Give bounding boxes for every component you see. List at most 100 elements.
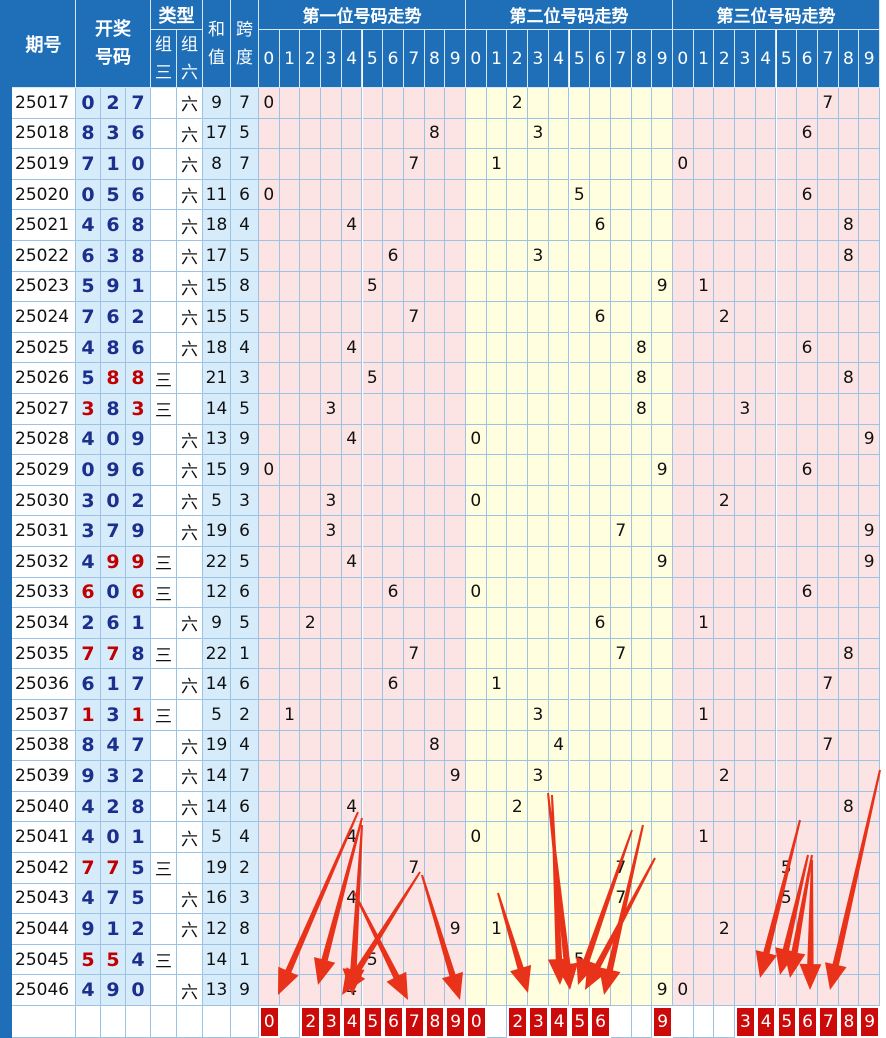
draw-digit-1: 0: [76, 455, 101, 486]
header-pos2: 第二位号码走势: [466, 0, 673, 30]
period-cell: 25035: [12, 638, 76, 670]
trend-cell: [755, 455, 777, 486]
trend-hit-cell: 8: [631, 332, 653, 364]
trend-cell: [548, 577, 570, 609]
trend-cell: [383, 883, 404, 915]
type-g6-cell: 六: [177, 669, 203, 700]
trend-cell: [507, 700, 529, 731]
trend-cell: [590, 118, 611, 150]
trend-hit-cell: 9: [652, 455, 673, 486]
trend-cell: [673, 700, 694, 731]
trend-cell: [755, 302, 777, 333]
trend-cell: [300, 424, 322, 456]
trend-cell: [300, 638, 322, 670]
sum-cell: 9: [203, 608, 231, 639]
trend-cell: [341, 853, 363, 884]
trend-hit-cell: 5: [362, 271, 384, 303]
sum-cell: 15: [203, 455, 231, 486]
trend-cell: [859, 455, 880, 486]
type-g6-cell: 六: [177, 118, 203, 150]
trend-cell: [341, 179, 363, 211]
span-cell: 4: [231, 332, 259, 364]
trend-hit-cell: 6: [797, 179, 818, 211]
trend-cell: [466, 210, 487, 241]
trend-cell: [755, 394, 777, 425]
trend-cell: [693, 210, 715, 241]
trend-cell: [838, 455, 860, 486]
draw-digit-2: 0: [101, 485, 126, 517]
trend-cell: [735, 669, 756, 700]
trend-cell: [652, 638, 673, 670]
draw-digit-3: 2: [126, 914, 151, 945]
trend-cell: [735, 485, 756, 517]
sum-cell: 5: [203, 822, 231, 853]
type-g6-cell: 六: [177, 761, 203, 792]
draw-digit-3: 1: [126, 271, 151, 303]
trend-cell: [693, 944, 715, 976]
trend-cell: [486, 88, 508, 119]
trend-cell: [776, 455, 798, 486]
trend-cell: [528, 302, 549, 333]
header-pos2-digit-5: 5: [569, 30, 591, 88]
trend-cell: [321, 638, 342, 670]
trend-cell: [466, 118, 487, 150]
trend-hit-cell: 3: [735, 394, 756, 425]
trend-cell: [403, 179, 425, 211]
trend-cell: [259, 241, 280, 272]
trend-cell: [859, 332, 880, 364]
draw-digit-3: 6: [126, 577, 151, 609]
trend-cell: [486, 363, 508, 394]
trend-cell: [817, 577, 839, 609]
trend-cell: [817, 914, 839, 945]
trend-cell: [838, 179, 860, 211]
header-pos1-digit-4: 4: [341, 30, 363, 88]
trend-cell: [693, 455, 715, 486]
trend-cell: [673, 638, 694, 670]
trend-cell: [693, 853, 715, 884]
selection-empty: [177, 1006, 203, 1038]
trend-cell: [466, 883, 487, 915]
trend-cell: [838, 761, 860, 792]
trend-cell: [362, 332, 384, 364]
span-cell: 4: [231, 822, 259, 853]
trend-cell: [859, 210, 880, 241]
trend-hit-cell: 2: [714, 485, 736, 517]
trend-cell: [693, 394, 715, 425]
header-pos3-digit-6: 6: [797, 30, 818, 88]
trend-cell: [321, 547, 342, 578]
trend-cell: [817, 608, 839, 639]
trend-cell: [652, 914, 673, 945]
trend-cell: [569, 88, 591, 119]
trend-cell: [424, 638, 446, 670]
draw-digit-1: 4: [76, 883, 101, 915]
trend-cell: [486, 485, 508, 517]
trend-cell: [673, 241, 694, 272]
trend-cell: [569, 241, 591, 272]
trend-cell: [341, 394, 363, 425]
trend-cell: [279, 761, 301, 792]
trend-cell: [631, 761, 653, 792]
trend-cell: [838, 547, 860, 578]
trend-cell: [673, 179, 694, 211]
header-pos2-digit-9: 9: [652, 30, 673, 88]
trend-cell: [383, 88, 404, 119]
draw-digit-2: 5: [101, 944, 126, 976]
header-period: 期号: [12, 0, 76, 88]
trend-cell: [424, 791, 446, 823]
trend-cell: [279, 394, 301, 425]
trend-hit-cell: 8: [838, 363, 860, 394]
trend-cell: [259, 302, 280, 333]
trend-cell: [776, 271, 798, 303]
type-g3-cell: [151, 210, 177, 241]
selection-empty: [101, 1006, 126, 1038]
draw-digit-1: 0: [76, 179, 101, 211]
trend-cell: [341, 944, 363, 976]
trend-hit-cell: 9: [652, 271, 673, 303]
trend-cell: [859, 822, 880, 853]
trend-cell: [838, 394, 860, 425]
trend-cell: [259, 883, 280, 915]
trend-cell: [362, 149, 384, 180]
draw-digit-2: 2: [101, 88, 126, 119]
type-g6-cell: [177, 853, 203, 884]
trend-cell: [341, 118, 363, 150]
